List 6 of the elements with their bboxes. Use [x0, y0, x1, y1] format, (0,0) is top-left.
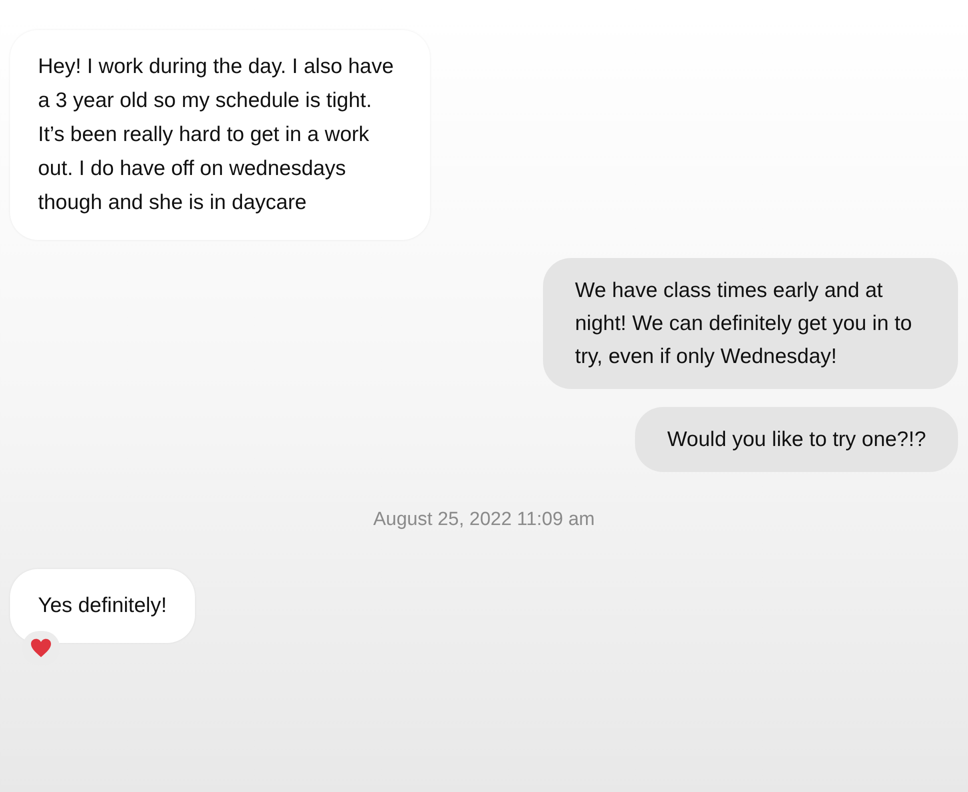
message-bubble: We have class times early and at night! We can definitely get you in to try, even if only Wednesday!	[543, 258, 958, 389]
heart-icon	[30, 638, 52, 658]
message-bubble: Yes definitely!	[10, 568, 195, 642]
message-bubble: Would you like to try one?!?	[635, 407, 958, 472]
message-bubble: Hey! I work during the day. I also have a 3 year old so my schedule is tight. It’s been really hard to get in a work out. I do have off on wednesdays though and she is in daycare	[10, 30, 430, 240]
timestamp: August 25, 2022 11:09 am	[373, 508, 595, 532]
